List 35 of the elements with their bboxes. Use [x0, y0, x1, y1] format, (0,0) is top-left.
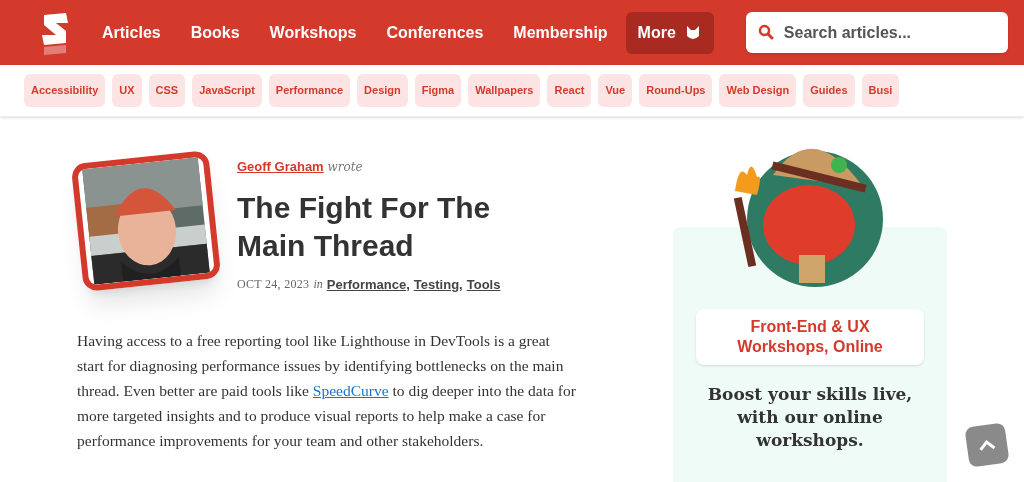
tag-link[interactable]: UX [112, 74, 142, 107]
nav-link[interactable]: Conferences [374, 11, 496, 54]
tag-link[interactable]: Wallpapers [468, 74, 541, 107]
separator-text: , [459, 275, 463, 294]
workshop-badge[interactable]: Front-End & UX Workshops, Online [696, 309, 924, 365]
workshop-heading: Boost your skills live, with our online workshops. [706, 383, 914, 452]
tag-link[interactable]: JavaScript [192, 74, 262, 107]
back-to-top-button[interactable] [964, 422, 1010, 468]
wrote-text: wrote [327, 160, 363, 174]
speedcurve-link[interactable]: SpeedCurve [312, 382, 389, 399]
tag-link[interactable]: Vue [598, 74, 633, 107]
article-date: OCT 24, 2023 [237, 276, 310, 294]
tag-link[interactable]: Design [357, 74, 408, 107]
tag-link[interactable]: React [547, 74, 592, 107]
tag-link[interactable]: Performance [268, 74, 351, 107]
author-link[interactable]: Geoff Graham [237, 159, 324, 174]
tag-link[interactable]: CSS [148, 74, 186, 107]
nav-link[interactable]: Workshops [257, 11, 369, 54]
tag-link[interactable]: Round-Ups [639, 74, 713, 107]
search-field[interactable]: Search articles... [745, 12, 1008, 53]
tag-link[interactable]: Figma [414, 74, 462, 107]
nav-link[interactable]: Membership [501, 11, 620, 54]
tag-link[interactable]: Guides [803, 74, 855, 107]
nav-link[interactable]: Articles [90, 11, 173, 54]
category-link[interactable]: Tools [466, 274, 501, 294]
tag-link[interactable]: Web Design [719, 74, 797, 107]
nav-link[interactable]: More [625, 11, 714, 54]
article-title: The Fight For The Main Thread [237, 189, 492, 264]
chevron-up-icon [977, 437, 997, 453]
nav-link[interactable]: Books [178, 11, 252, 54]
tag-link[interactable]: Busi [861, 74, 900, 107]
separator-text: , [406, 275, 410, 294]
in-text: in [313, 276, 323, 294]
tag-link[interactable]: Accessibility [24, 74, 106, 107]
article-excerpt: Having access to a free reporting tool like Lighthouse in DevTools is a great start for diagnosing performance issues by identifying bottlenecks on the main thread. Even better are paid tools like SpeedCurve to dig deeper into the data for more targeted insights and to produce visual reports to help make a case for performance improvements for your team and other stakeholders. [77, 331, 577, 451]
